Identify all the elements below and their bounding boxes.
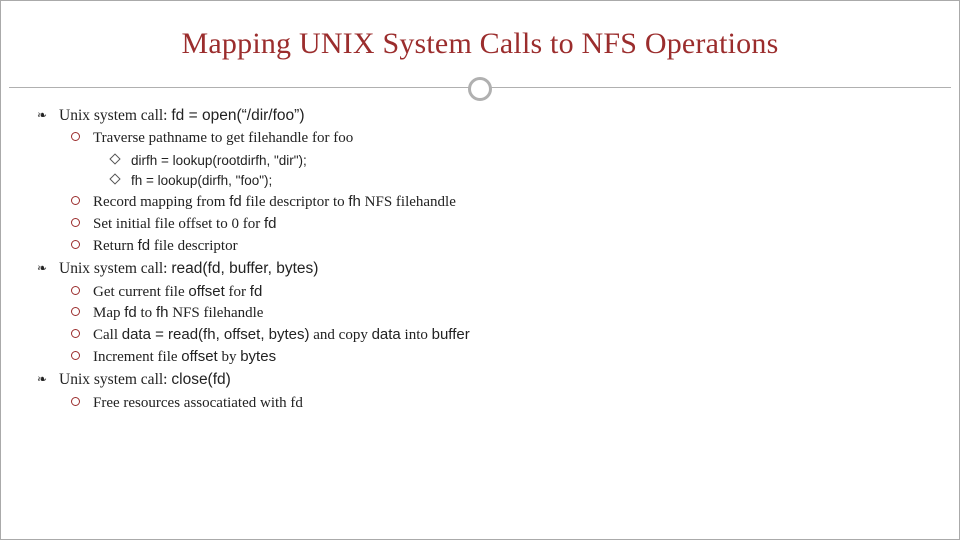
bullet-text: Record mapping from fd file descriptor t… — [93, 194, 456, 210]
subbullet-lookup-dir: dirfh = lookup(rootdirfh, "dir"); — [111, 151, 925, 171]
section-close: Unix system call: close(fd) Free resourc… — [37, 369, 925, 413]
section-code: fd = open(“/dir/foo”) — [171, 107, 304, 124]
bullet-text: Increment file offset by bytes — [93, 349, 276, 365]
section-prefix: Unix system call: — [59, 107, 171, 124]
section-prefix: Unix system call: — [59, 371, 171, 388]
bullet-text: Get current file offset for fd — [93, 284, 262, 300]
section-code: close(fd) — [171, 371, 230, 388]
bullet-text: Traverse pathname to get filehandle for … — [93, 130, 353, 146]
section-prefix: Unix system call: — [59, 260, 171, 277]
bullet-text: Return fd file descriptor — [93, 238, 238, 254]
subbullet-lookup-foo: fh = lookup(dirfh, "foo"); — [111, 171, 925, 191]
bullet-call-read: Call data = read(fh, offset, bytes) and … — [71, 325, 925, 346]
slide-body: Unix system call: fd = open(“/dir/foo”) … — [9, 103, 951, 413]
bullet-increment: Increment file offset by bytes — [71, 347, 925, 368]
bullet-get-offset: Get current file offset for fd — [71, 282, 925, 303]
section-read: Unix system call: read(fd, buffer, bytes… — [37, 258, 925, 367]
bullet-text: Set initial file offset to 0 for fd — [93, 216, 276, 232]
subbullet-text: fh = lookup(dirfh, "foo"); — [131, 173, 272, 188]
subbullet-text: dirfh = lookup(rootdirfh, "dir"); — [131, 153, 307, 168]
bullet-map-fd: Map fd to fh NFS filehandle — [71, 303, 925, 324]
bullet-free-resources: Free resources assocatiated with fd — [71, 393, 925, 414]
bullet-text: Free resources assocatiated with fd — [93, 395, 303, 411]
title-divider — [9, 75, 951, 103]
bullet-return-fd: Return fd file descriptor — [71, 236, 925, 257]
bullet-set-offset: Set initial file offset to 0 for fd — [71, 214, 925, 235]
section-code: read(fd, buffer, bytes) — [171, 260, 318, 277]
section-open: Unix system call: fd = open(“/dir/foo”) … — [37, 105, 925, 256]
bullet-text: Map fd to fh NFS filehandle — [93, 305, 263, 321]
bullet-record-mapping: Record mapping from fd file descriptor t… — [71, 192, 925, 213]
bullet-text: Call data = read(fh, offset, bytes) and … — [93, 327, 470, 343]
bullet-traverse: Traverse pathname to get filehandle for … — [71, 128, 925, 190]
slide-title: Mapping UNIX System Calls to NFS Operati… — [9, 9, 951, 75]
